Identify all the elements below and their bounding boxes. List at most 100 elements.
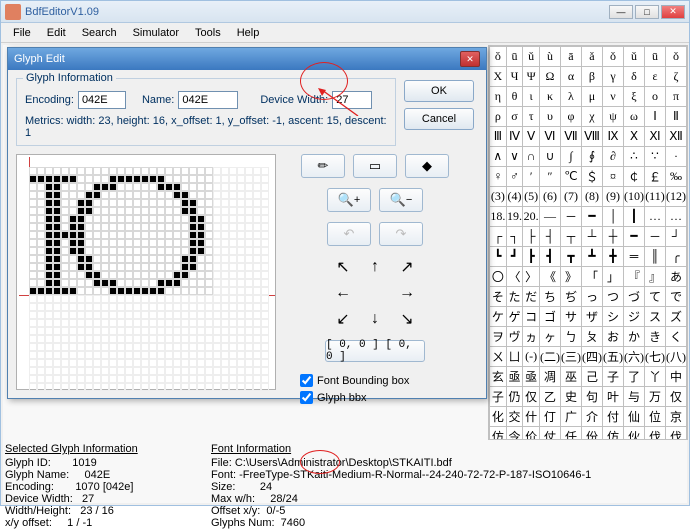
glyph-cell[interactable]: ヵ	[523, 327, 540, 347]
glyph-cell[interactable]: ─	[644, 227, 665, 247]
close-button[interactable]: ✕	[661, 5, 685, 19]
glyph-cell[interactable]: 价	[523, 427, 540, 441]
glyph-cell[interactable]: 〉	[523, 267, 540, 287]
glyph-cell[interactable]: 付	[602, 407, 623, 427]
glyph-cell[interactable]: (四)	[581, 347, 602, 367]
undo-button[interactable]: ↶	[327, 222, 371, 246]
glyph-cell[interactable]: サ	[560, 307, 581, 327]
glyph-cell[interactable]: ┗	[490, 247, 507, 267]
glyph-cell[interactable]: ヴ	[506, 327, 523, 347]
glyph-cell[interactable]: 万	[644, 387, 665, 407]
glyph-cell[interactable]: 句	[581, 387, 602, 407]
glyph-cell[interactable]: X	[490, 67, 507, 87]
glyph-cell[interactable]: ┣	[523, 247, 540, 267]
glyph-cell[interactable]: λ	[560, 87, 581, 107]
glyph-cell[interactable]: ザ	[581, 307, 602, 327]
glyph-cell[interactable]: 位	[644, 407, 665, 427]
glyph-cell[interactable]: 份	[581, 427, 602, 441]
glyph-cell[interactable]: 中	[665, 367, 686, 387]
glyph-cell[interactable]: ぢ	[560, 287, 581, 307]
glyph-cell[interactable]: 《	[539, 267, 560, 287]
glyph-cell[interactable]: ŏ	[490, 47, 507, 67]
glyph-cell[interactable]: ━	[623, 227, 644, 247]
glyph-cell[interactable]: 仿	[602, 427, 623, 441]
glyph-cell[interactable]: 化	[490, 407, 507, 427]
glyph-cell[interactable]: 凋	[539, 367, 560, 387]
glyph-cell[interactable]: 令	[506, 427, 523, 441]
glyph-cell[interactable]: 仗	[539, 427, 560, 441]
glyph-cell[interactable]: 己	[581, 367, 602, 387]
glyph-palette[interactable]: ŏūǔùāǎǒǔūǒXЧΨΩαβγδεζηθικλμνξοπρστυφχψωⅠⅡ…	[488, 45, 688, 440]
glyph-cell[interactable]: ケ	[490, 307, 507, 327]
glyph-cell[interactable]: 』	[644, 267, 665, 287]
glyph-cell[interactable]: ♀	[490, 167, 507, 187]
menu-edit[interactable]: Edit	[39, 25, 74, 41]
font-bbox-checkbox[interactable]	[300, 374, 313, 387]
glyph-cell[interactable]: ￡	[644, 167, 665, 187]
glyph-cell[interactable]: あ	[665, 267, 686, 287]
glyph-cell[interactable]: ━	[581, 207, 602, 227]
glyph-cell[interactable]: ゴ	[539, 307, 560, 327]
glyph-cell[interactable]: ＄	[581, 167, 602, 187]
glyph-cell[interactable]: 子	[490, 387, 507, 407]
menu-search[interactable]: Search	[74, 25, 125, 41]
menu-simulator[interactable]: Simulator	[125, 25, 187, 41]
glyph-cell[interactable]: ‰	[665, 167, 686, 187]
glyph-cell[interactable]: ο	[644, 87, 665, 107]
glyph-cell[interactable]: (9)	[602, 187, 623, 207]
arrow-e-icon[interactable]: →	[393, 282, 421, 304]
glyph-cell[interactable]: Ⅳ	[506, 127, 523, 147]
glyph-cell[interactable]: で	[665, 287, 686, 307]
glyph-cell[interactable]: 与	[623, 387, 644, 407]
glyph-cell[interactable]: (二)	[539, 347, 560, 367]
glyph-cell[interactable]: お	[602, 327, 623, 347]
glyph-cell[interactable]: ￠	[623, 167, 644, 187]
glyph-cell[interactable]: …	[644, 207, 665, 227]
glyph-cell[interactable]: コ	[523, 307, 540, 327]
arrow-w-icon[interactable]: ←	[329, 282, 357, 304]
glyph-cell[interactable]: 介	[581, 407, 602, 427]
glyph-cell[interactable]: (7)	[560, 187, 581, 207]
glyph-cell[interactable]: (五)	[602, 347, 623, 367]
glyph-cell[interactable]: Ψ	[523, 67, 540, 87]
glyph-cell[interactable]: ∵	[644, 147, 665, 167]
glyph-cell[interactable]: 巫	[560, 367, 581, 387]
glyph-cell[interactable]: ω	[623, 107, 644, 127]
glyph-cell[interactable]: ∩	[523, 147, 540, 167]
glyph-cell[interactable]: ℃	[560, 167, 581, 187]
rect-tool[interactable]: ▭	[353, 154, 397, 178]
glyph-cell[interactable]: ¤	[602, 167, 623, 187]
glyph-cell[interactable]: (八)	[665, 347, 686, 367]
glyph-cell[interactable]: θ	[506, 87, 523, 107]
arrow-se-icon[interactable]: ↘	[393, 308, 421, 330]
glyph-cell[interactable]: ㄩ	[506, 347, 523, 367]
glyph-cell[interactable]: Ⅻ	[665, 127, 686, 147]
dialog-titlebar[interactable]: Glyph Edit ✕	[8, 48, 486, 70]
glyph-cell[interactable]: 丫	[644, 367, 665, 387]
glyph-cell[interactable]: ǎ	[581, 47, 602, 67]
glyph-cell[interactable]: ν	[602, 87, 623, 107]
glyph-cell[interactable]: 18.	[490, 207, 507, 227]
glyph-cell[interactable]: 玄	[490, 367, 507, 387]
glyph-cell[interactable]: 仃	[539, 407, 560, 427]
glyph-cell[interactable]: ジ	[623, 307, 644, 327]
glyph-cell[interactable]: ψ	[602, 107, 623, 127]
glyph-cell[interactable]: ∂	[602, 147, 623, 167]
glyph-cell[interactable]: ┌	[490, 227, 507, 247]
glyph-cell[interactable]: ヲ	[490, 327, 507, 347]
glyph-cell[interactable]: 」	[602, 267, 623, 287]
glyph-cell[interactable]: ″	[539, 167, 560, 187]
glyph-cell[interactable]: ∧	[490, 147, 507, 167]
glyph-cell[interactable]: ′	[523, 167, 540, 187]
glyph-cell[interactable]: だ	[523, 287, 540, 307]
glyph-cell[interactable]: ┻	[581, 247, 602, 267]
glyph-cell[interactable]: そ	[490, 287, 507, 307]
glyph-cell[interactable]: τ	[523, 107, 540, 127]
glyph-cell[interactable]: Ⅰ	[644, 107, 665, 127]
glyph-cell[interactable]: (6)	[539, 187, 560, 207]
glyph-cell[interactable]: ǒ	[665, 47, 686, 67]
glyph-cell[interactable]: ∫	[560, 147, 581, 167]
glyph-cell[interactable]: 广	[560, 407, 581, 427]
glyph-cell[interactable]: δ	[623, 67, 644, 87]
minimize-button[interactable]: —	[609, 5, 633, 19]
